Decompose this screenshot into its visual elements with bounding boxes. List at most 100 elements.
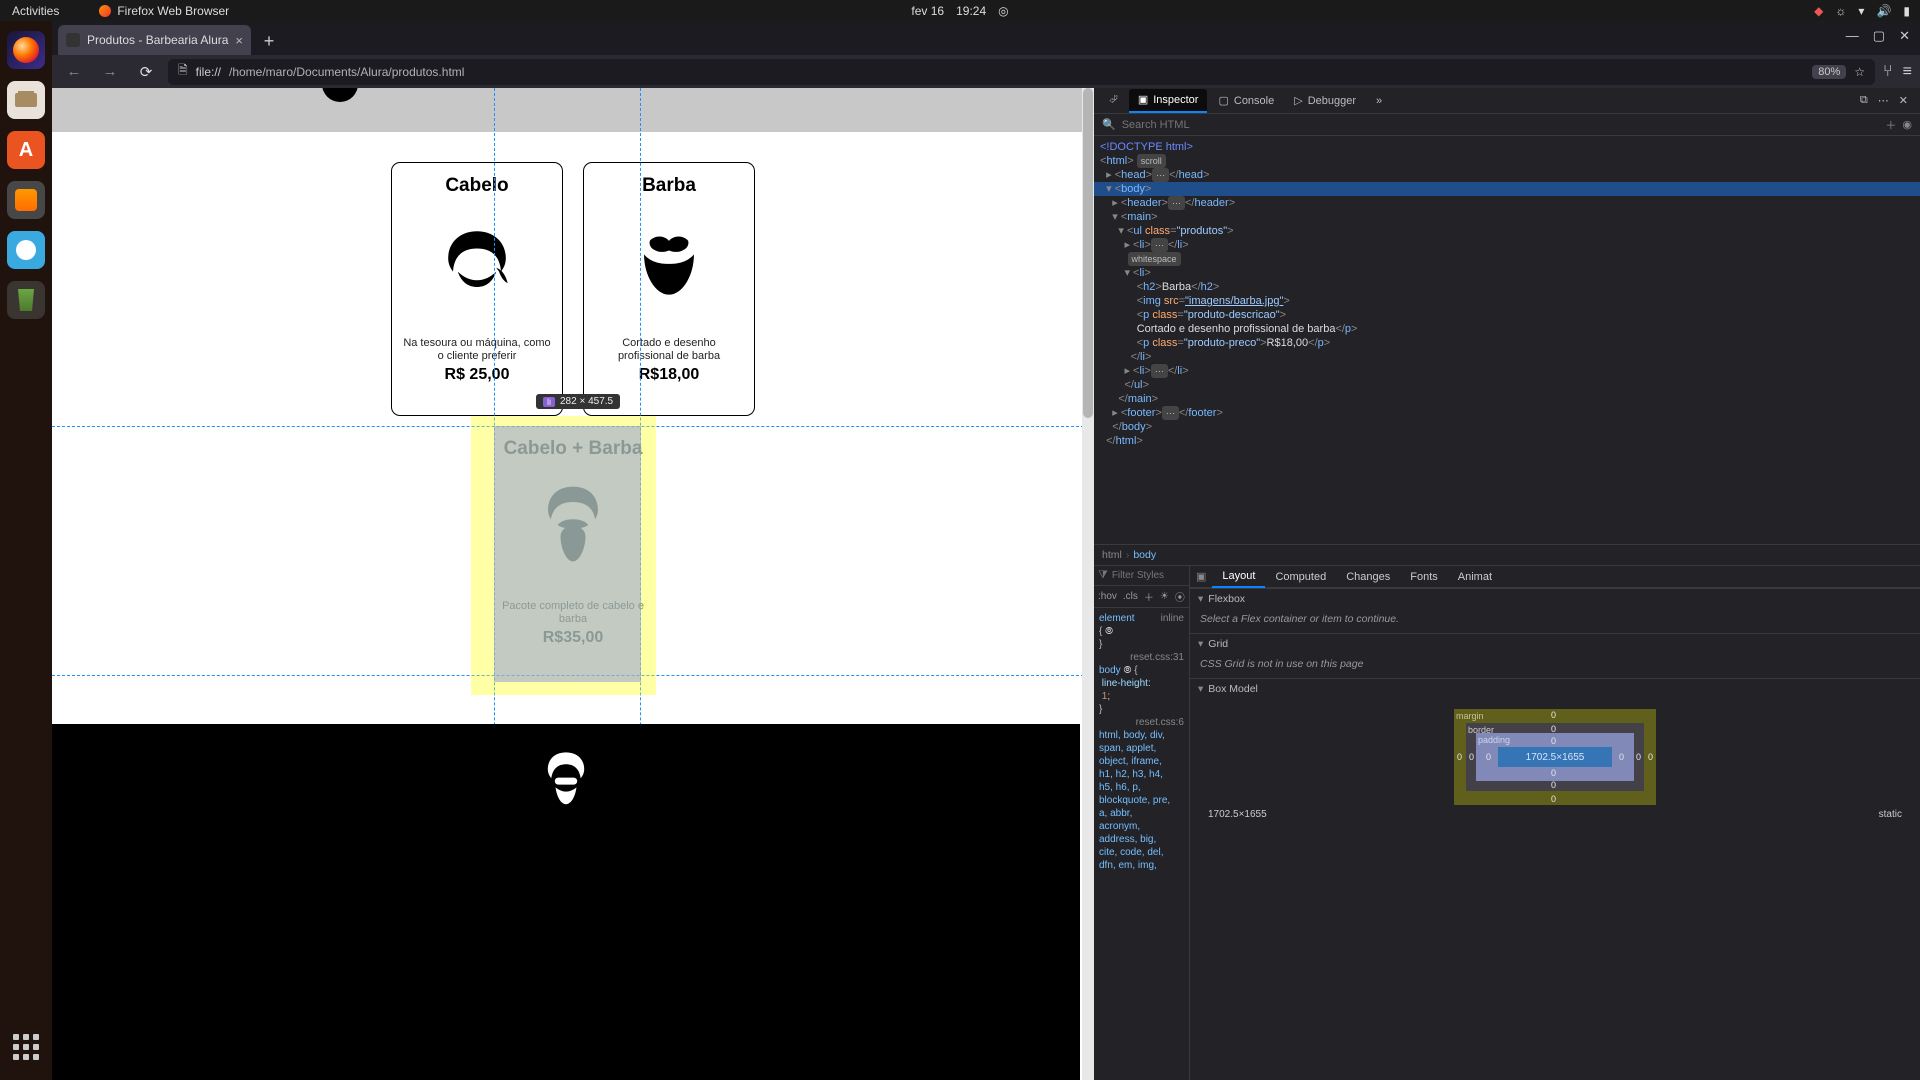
rules-add[interactable]: ＋ (1144, 589, 1154, 604)
activities-button[interactable]: Activities (12, 4, 59, 18)
devtools-more-icon[interactable]: ⋯ (1878, 94, 1889, 107)
tab-label: Debugger (1308, 95, 1356, 107)
tab-strip: Produtos - Barbearia Alura × + — ▢ ✕ (52, 21, 1920, 55)
devtools-tab-strip: ⮰ ▣ Inspector ▢ Console ▷ Debugger » ⧉ ⋯… (1094, 88, 1920, 114)
filter-placeholder[interactable]: Filter Styles (1112, 570, 1164, 581)
layout-tab-fonts[interactable]: Fonts (1400, 566, 1448, 588)
boxmodel-diagram[interactable]: margin border padding 1702.5×1655 0 0 0 … (1454, 709, 1656, 805)
inspector-size-tag: li (543, 397, 555, 407)
devtools-add-node[interactable]: ＋ (1885, 117, 1896, 133)
dock-trash[interactable] (7, 281, 45, 319)
devtools-search-input[interactable] (1122, 119, 1880, 131)
top-bar-app[interactable]: Firefox Web Browser (99, 4, 229, 18)
nav-back[interactable]: ← (60, 58, 88, 86)
crumb-html[interactable]: html (1102, 549, 1122, 561)
section-title[interactable]: Flexbox (1208, 593, 1245, 605)
url-path: /home/maro/Documents/Alura/produtos.html (229, 65, 464, 79)
boxmodel-padding-label: padding (1478, 735, 1510, 745)
volume-icon: 🔊 (1876, 4, 1891, 18)
page-footer (52, 724, 1080, 1080)
tab-close-button[interactable]: × (235, 33, 243, 48)
layout-grid-section: ▾Grid CSS Grid is not in use on this pag… (1190, 633, 1920, 678)
status-warn-icon: ◆ (1814, 4, 1823, 18)
devtools-tab-overflow[interactable]: » (1367, 89, 1391, 113)
product-image (402, 207, 552, 317)
inspector-size-tooltip: li 282 × 457.5 (536, 394, 620, 409)
devtools-tab-debugger[interactable]: ▷ Debugger (1285, 89, 1365, 113)
zoom-indicator[interactable]: 80% (1812, 65, 1846, 79)
window-maximize[interactable]: ▢ (1873, 28, 1885, 44)
product-price: R$18,00 (594, 366, 744, 384)
scrollbar-thumb[interactable] (1083, 88, 1093, 418)
top-bar-date: fev 16 (911, 4, 944, 18)
firefox-window: Produtos - Barbearia Alura × + — ▢ ✕ ← →… (52, 21, 1920, 1080)
rules-filter-bar: ⧩ Filter Styles (1094, 566, 1189, 586)
hair-icon (429, 214, 525, 310)
hamburger-menu-icon[interactable]: ≡ (1903, 63, 1912, 81)
layout-tab-computed[interactable]: Computed (1265, 566, 1336, 588)
layout-boxmodel-section: ▾Box Model margin border padding 1702.5×… (1190, 678, 1920, 826)
rules-more[interactable]: ⦿ (1175, 589, 1185, 604)
dom-doctype: <!DOCTYPE html> (1100, 141, 1193, 153)
bookmark-star-icon[interactable]: ☆ (1854, 65, 1865, 79)
devtools-dom-tree[interactable]: <!DOCTYPE html> <html> scroll ▸ <head>⋯<… (1094, 136, 1920, 544)
devtools-breadcrumbs[interactable]: html › body (1094, 544, 1920, 566)
devtools-dock-icon[interactable]: ⧉ (1860, 94, 1868, 107)
crumb-body[interactable]: body (1133, 549, 1156, 561)
layout-tab-anim[interactable]: Animat (1448, 566, 1502, 588)
search-icon: 🔍 (1102, 118, 1116, 131)
page-header (52, 88, 1094, 132)
scroll-badge[interactable]: scroll (1137, 154, 1166, 168)
devtools-layout-pane: ▣ Layout Computed Changes Fonts Animat ▾… (1190, 566, 1920, 1080)
dock-firefox[interactable] (7, 31, 45, 69)
viewport-scrollbar[interactable] (1082, 88, 1094, 1080)
rules-hov[interactable]: :hov (1098, 591, 1117, 602)
inspector-size-value: 282 × 457.5 (560, 396, 613, 407)
rules-light[interactable]: ☀ (1160, 591, 1169, 602)
top-bar-time: 19:24 (956, 4, 986, 18)
devtools-tab-console[interactable]: ▢ Console (1209, 89, 1283, 113)
section-msg: Select a Flex container or item to conti… (1190, 609, 1920, 633)
section-title[interactable]: Box Model (1208, 683, 1258, 695)
window-close[interactable]: ✕ (1899, 28, 1910, 44)
product-card-cabelo[interactable]: Cabelo Na tesoura ou máquina, como o cli… (391, 162, 563, 416)
top-bar-clock[interactable]: fev 16 19:24 ◎ (911, 4, 1008, 18)
window-minimize[interactable]: — (1846, 28, 1859, 44)
product-card-barba[interactable]: Barba Cortado e desenho profissional de … (583, 162, 755, 416)
boxmodel-content: 1702.5×1655 (1498, 747, 1612, 767)
whitespace-badge: whitespace (1128, 252, 1181, 266)
new-tab-button[interactable]: + (255, 27, 283, 55)
rules-cls[interactable]: .cls (1123, 591, 1138, 602)
product-desc: Na tesoura ou máquina, como o cliente pr… (402, 337, 552, 362)
section-title[interactable]: Grid (1208, 638, 1228, 650)
devtools-pick-element[interactable]: ⮰ (1100, 89, 1127, 113)
dock-software[interactable] (7, 131, 45, 169)
layout-tab-changes[interactable]: Changes (1336, 566, 1400, 588)
nav-reload[interactable]: ⟳ (132, 58, 160, 86)
dock-show-applications[interactable] (7, 1028, 45, 1066)
browser-tab[interactable]: Produtos - Barbearia Alura × (58, 25, 251, 55)
boxmodel-margin-label: margin (1456, 711, 1484, 721)
devtools-panel: ⮰ ▣ Inspector ▢ Console ▷ Debugger » ⧉ ⋯… (1094, 88, 1920, 1080)
devtools-close-icon[interactable]: ✕ (1899, 94, 1908, 107)
devtools-eyedropper-icon[interactable]: ◉ (1902, 118, 1912, 131)
boxmodel-position: static (1879, 809, 1902, 820)
devtools-tab-inspector[interactable]: ▣ Inspector (1129, 89, 1208, 113)
dom-selected-body[interactable]: ▾ <body> (1094, 182, 1920, 196)
nav-forward: → (96, 58, 124, 86)
devtools-rules-pane: ⧩ Filter Styles :hov .cls ＋ ☀ ⦿ element … (1094, 566, 1190, 1080)
layout-flexbox-section: ▾Flexbox Select a Flex container or item… (1190, 588, 1920, 633)
devtools-search-bar: 🔍 ＋ ◉ (1094, 114, 1920, 136)
brightness-icon: ☼ (1835, 4, 1846, 18)
pocket-icon[interactable]: ⑂ (1883, 63, 1893, 81)
page-logo-fragment (322, 88, 358, 102)
ubuntu-dock (0, 21, 52, 1080)
layout-tab-icon[interactable]: ▣ (1190, 566, 1212, 588)
dock-sublime[interactable] (7, 181, 45, 219)
url-scheme: file:// (196, 65, 221, 79)
dock-app-custom[interactable] (7, 231, 45, 269)
rules-body[interactable]: element inline { ⦾ } reset.css:31 body ⦾… (1094, 608, 1189, 1080)
url-bar[interactable]: 🗎 file:// /home/maro/Documents/Alura/pro… (168, 59, 1875, 85)
layout-tab-layout[interactable]: Layout (1212, 566, 1265, 588)
dock-files[interactable] (7, 81, 45, 119)
